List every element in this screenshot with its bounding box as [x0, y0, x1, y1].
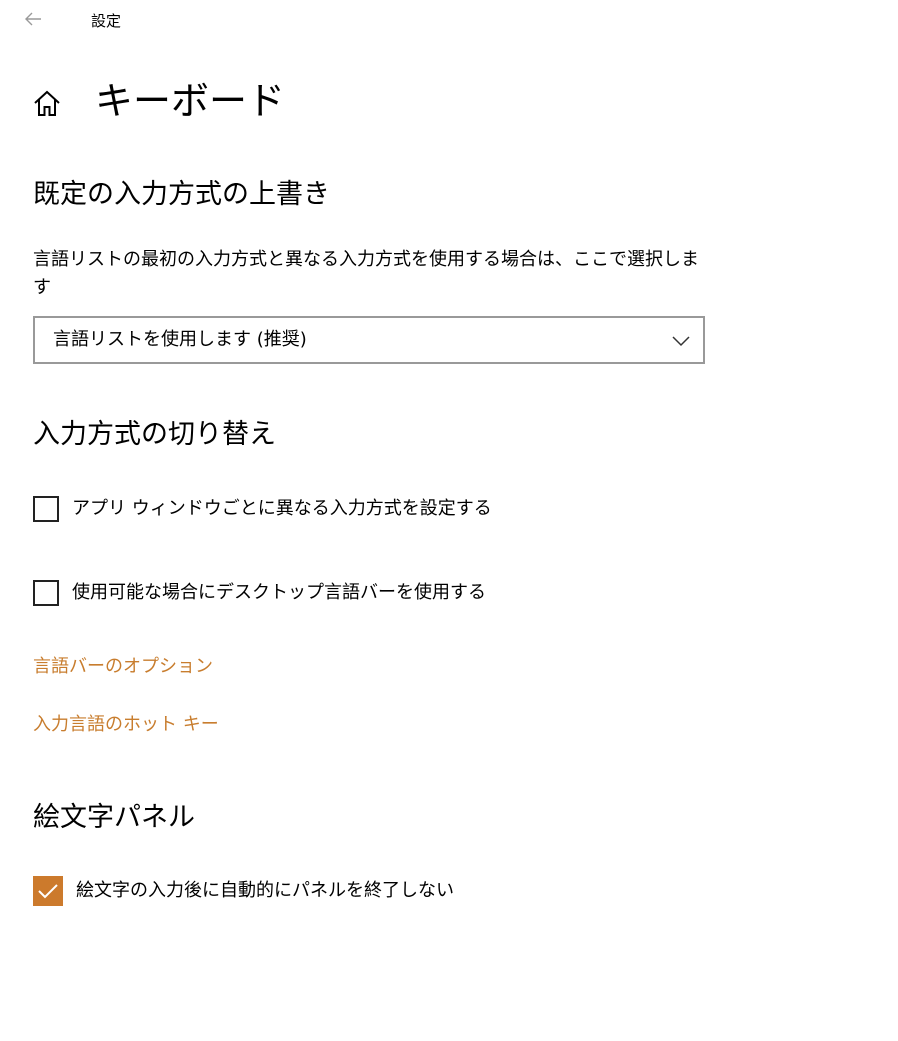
window-title: 設定 [91, 12, 122, 30]
emoji-keep-open-checkbox[interactable] [33, 876, 63, 906]
switching-heading: 入力方式の切り替え [33, 419, 276, 450]
back-button[interactable] [18, 6, 48, 32]
input-language-hotkeys-link[interactable]: 入力言語のホット キー [33, 712, 219, 738]
emoji-heading: 絵文字パネル [33, 802, 195, 833]
dropdown-value: 言語リストを使用します (推奨) [53, 329, 307, 350]
per-app-input-checkbox[interactable] [33, 496, 59, 522]
desktop-language-bar-checkbox[interactable] [33, 580, 59, 606]
language-bar-options-link[interactable]: 言語バーのオプション [33, 654, 213, 680]
title-bar: 設定 [0, 0, 898, 40]
override-heading: 既定の入力方式の上書き [33, 179, 330, 210]
chevron-down-icon [672, 336, 690, 347]
override-description: 言語リストの最初の入力方式と異なる入力方式を使用する場合は、ここで選択します [33, 249, 699, 298]
desktop-language-bar-checkbox-row[interactable]: 使用可能な場合にデスクトップ言語バーを使用する [33, 578, 486, 608]
desktop-language-bar-label: 使用可能な場合にデスクトップ言語バーを使用する [72, 582, 486, 603]
per-app-input-checkbox-row[interactable]: アプリ ウィンドウごとに異なる入力方式を設定する [33, 494, 492, 524]
emoji-keep-open-checkbox-row[interactable]: 絵文字の入力後に自動的にパネルを終了しない [33, 876, 454, 906]
back-arrow-icon [25, 12, 41, 26]
page-title: キーボード [95, 79, 286, 123]
home-icon[interactable] [32, 88, 62, 118]
emoji-keep-open-label: 絵文字の入力後に自動的にパネルを終了しない [76, 880, 454, 901]
input-method-dropdown[interactable]: 言語リストを使用します (推奨) [33, 316, 705, 364]
per-app-input-label: アプリ ウィンドウごとに異なる入力方式を設定する [72, 498, 492, 519]
checkmark-icon [38, 884, 58, 899]
